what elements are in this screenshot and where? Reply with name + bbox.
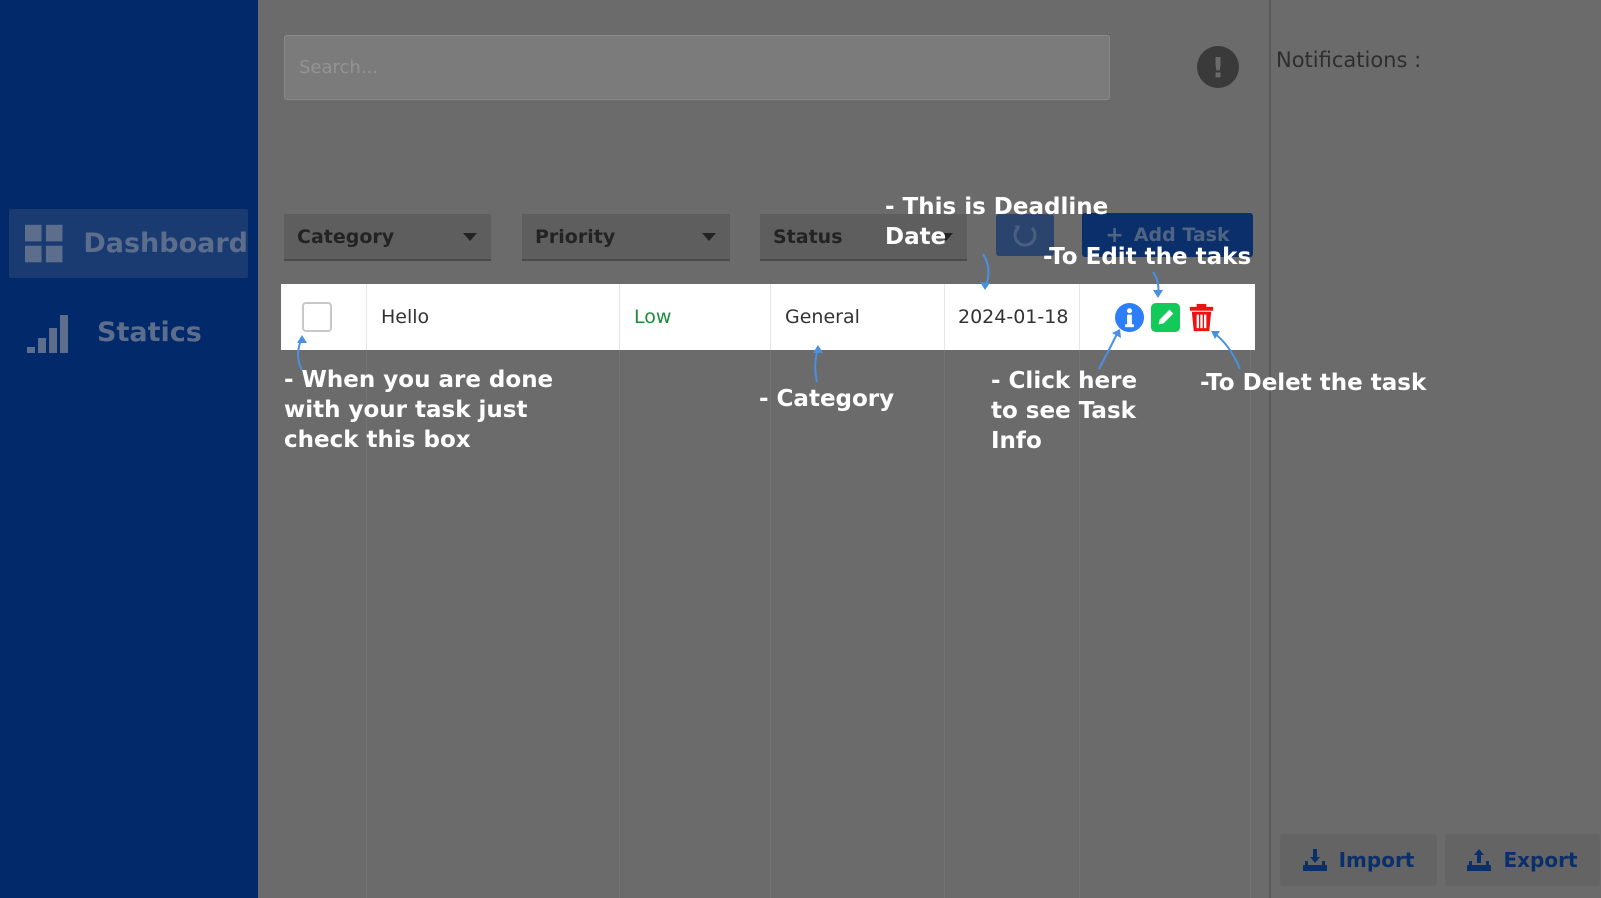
category-filter-select[interactable]: Category [284,214,491,261]
trash-icon[interactable] [1186,302,1217,333]
table-divider [1250,350,1251,898]
chevron-down-icon [463,233,477,241]
status-filter-label: Status [773,225,843,248]
annotation-info: - Click here to see Task Info [991,368,1138,454]
sidebar-item-dashboard[interactable]: Dashboard [9,209,248,278]
sidebar-item-statics[interactable]: Statics [9,298,248,367]
table-divider [770,350,771,898]
export-icon [1467,849,1492,871]
annotation-category: - Category [759,386,895,412]
task-checkbox-cell [302,284,366,350]
annotation-edit: -To Edit the taks [1043,244,1252,270]
priority-filter-select[interactable]: Priority [522,214,730,261]
search-placeholder: Search... [299,57,379,78]
table-divider [619,350,620,898]
priority-filter-label: Priority [535,225,616,248]
import-icon [1302,849,1327,871]
export-button[interactable]: Export [1445,834,1600,886]
task-deadline: 2024-01-18 [944,284,1079,350]
task-category: General [770,284,944,350]
chevron-down-icon [702,233,716,241]
grid-icon [25,224,63,262]
bar-chart-icon [27,314,68,353]
alert-icon[interactable]: ! [1197,46,1239,88]
notifications-title: Notifications : [1276,48,1422,72]
sidebar-item-label: Statics [97,317,202,348]
edit-icon[interactable] [1150,302,1181,333]
info-icon[interactable] [1114,302,1145,333]
search-input[interactable]: Search... [284,35,1110,100]
annotation-checkbox: - When you are done with your task just … [284,367,554,453]
sidebar: Dashboard Statics [0,0,258,898]
table-row: Hello Low General 2024-01-18 [281,284,1255,350]
import-label: Import [1338,848,1415,872]
sidebar-item-label: Dashboard [83,228,248,259]
category-filter-label: Category [297,225,395,248]
task-title: Hello [366,284,619,350]
table-divider [944,350,945,898]
task-priority: Low [619,284,770,350]
export-label: Export [1503,848,1578,872]
task-checkbox[interactable] [302,302,332,332]
annotation-delete: -To Delet the task [1200,370,1427,396]
import-button[interactable]: Import [1280,834,1437,886]
notifications-panel: Notifications : Import Export [1269,0,1601,898]
